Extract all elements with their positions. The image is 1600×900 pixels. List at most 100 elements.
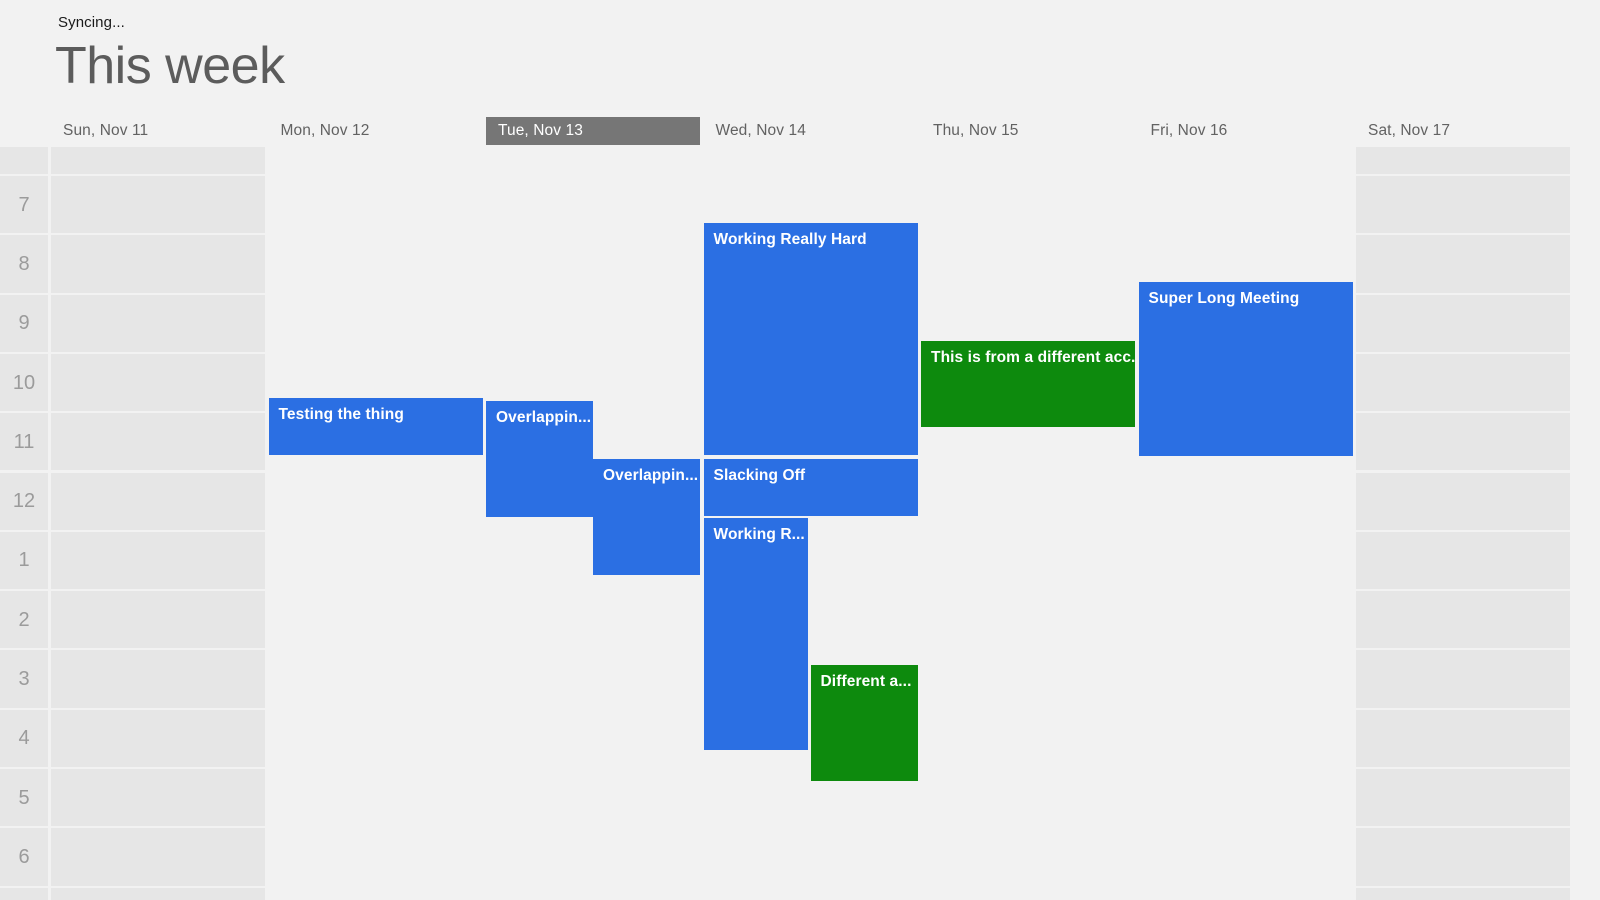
time-slot-cell[interactable] xyxy=(1356,591,1570,649)
time-slot-cell[interactable] xyxy=(703,887,918,900)
day-header-0[interactable]: Sun, Nov 11 xyxy=(51,117,265,145)
hour-label: 6 xyxy=(18,845,30,868)
time-slot-cell[interactable] xyxy=(486,828,700,886)
time-slot-cell[interactable] xyxy=(486,887,700,900)
time-slot-cell[interactable] xyxy=(1138,472,1353,530)
time-slot-cell[interactable] xyxy=(1356,413,1570,471)
day-header-2[interactable]: Tue, Nov 13 xyxy=(486,117,700,145)
time-slot-cell[interactable] xyxy=(268,591,483,649)
time-slot-cell[interactable] xyxy=(486,709,700,767)
calendar-event[interactable]: Testing the thing xyxy=(268,398,483,455)
time-slot-cell[interactable] xyxy=(268,650,483,708)
calendar-event[interactable]: This is from a different acc... xyxy=(921,341,1135,427)
day-column-0[interactable] xyxy=(51,147,265,900)
time-gutter-cell: 7 xyxy=(0,176,48,234)
day-header-label: Fri, Nov 16 xyxy=(1150,122,1228,139)
time-slot-cell[interactable] xyxy=(51,531,265,590)
calendar-event[interactable]: Working R... xyxy=(703,518,809,750)
day-header-3[interactable]: Wed, Nov 14 xyxy=(703,117,918,145)
day-header-4[interactable]: Thu, Nov 15 xyxy=(921,117,1135,145)
calendar-event[interactable]: Working Really Hard xyxy=(703,223,918,455)
time-slot-cell[interactable] xyxy=(1138,769,1353,827)
time-slot-cell[interactable] xyxy=(1356,650,1570,708)
time-slot-cell[interactable] xyxy=(486,235,700,293)
time-slot-cell[interactable] xyxy=(51,294,265,352)
time-slot-cell[interactable] xyxy=(921,472,1135,530)
day-column-1[interactable] xyxy=(268,147,483,900)
time-slot-cell[interactable] xyxy=(1356,294,1570,352)
time-slot-cell[interactable] xyxy=(51,353,265,412)
time-slot-cell[interactable] xyxy=(1356,531,1570,590)
time-slot-cell[interactable] xyxy=(921,769,1135,827)
time-slot-cell[interactable] xyxy=(486,650,700,708)
time-slot-cell[interactable] xyxy=(51,828,265,886)
time-slot-cell[interactable] xyxy=(268,531,483,590)
calendar-event[interactable]: Slacking Off xyxy=(703,459,918,516)
time-slot-cell[interactable] xyxy=(921,235,1135,293)
time-slot-cell[interactable] xyxy=(268,887,483,900)
time-slot-cell[interactable] xyxy=(51,769,265,827)
time-slot-cell[interactable] xyxy=(51,887,265,900)
time-slot-cell[interactable] xyxy=(1356,887,1570,900)
calendar-event[interactable]: Overlappin... xyxy=(486,401,593,517)
time-slot-cell[interactable] xyxy=(486,147,700,174)
day-header-5[interactable]: Fri, Nov 16 xyxy=(1138,117,1353,145)
time-slot-cell[interactable] xyxy=(268,176,483,234)
time-slot-cell[interactable] xyxy=(51,235,265,293)
time-slot-cell[interactable] xyxy=(1356,176,1570,234)
time-slot-cell[interactable] xyxy=(921,147,1135,174)
time-slot-cell[interactable] xyxy=(268,294,483,352)
time-slot-cell[interactable] xyxy=(1356,235,1570,293)
time-slot-cell[interactable] xyxy=(1356,769,1570,827)
time-slot-cell[interactable] xyxy=(1138,176,1353,234)
time-slot-cell[interactable] xyxy=(268,769,483,827)
calendar-event[interactable]: Different a... xyxy=(810,665,918,781)
time-slot-cell[interactable] xyxy=(703,147,918,174)
time-slot-cell[interactable] xyxy=(1356,147,1570,174)
time-slot-cell[interactable] xyxy=(51,176,265,234)
time-gutter-cell xyxy=(0,147,48,174)
time-slot-cell[interactable] xyxy=(921,887,1135,900)
time-slot-cell[interactable] xyxy=(51,472,265,530)
time-slot-cell[interactable] xyxy=(51,147,265,174)
time-slot-cell[interactable] xyxy=(1138,650,1353,708)
time-slot-cell[interactable] xyxy=(268,709,483,767)
time-slot-cell[interactable] xyxy=(1356,709,1570,767)
time-slot-cell[interactable] xyxy=(51,591,265,649)
time-slot-cell[interactable] xyxy=(1356,828,1570,886)
calendar-grid: 7 8 9 10 11 12 1 2 3 4 5 6 Testing the thing Overlap… xyxy=(0,147,1600,900)
time-slot-cell[interactable] xyxy=(486,176,700,234)
time-slot-cell[interactable] xyxy=(51,709,265,767)
calendar-event[interactable]: Super Long Meeting xyxy=(1138,282,1353,456)
day-column-5[interactable] xyxy=(1138,147,1353,900)
time-slot-cell[interactable] xyxy=(268,828,483,886)
time-slot-cell[interactable] xyxy=(703,828,918,886)
time-slot-cell[interactable] xyxy=(51,650,265,708)
time-slot-cell[interactable] xyxy=(268,235,483,293)
time-slot-cell[interactable] xyxy=(1138,591,1353,649)
time-slot-cell[interactable] xyxy=(921,828,1135,886)
time-slot-cell[interactable] xyxy=(486,769,700,827)
time-slot-cell[interactable] xyxy=(1138,147,1353,174)
day-header-1[interactable]: Mon, Nov 12 xyxy=(268,117,483,145)
time-slot-cell[interactable] xyxy=(921,650,1135,708)
time-slot-cell[interactable] xyxy=(268,472,483,530)
time-slot-cell[interactable] xyxy=(1138,887,1353,900)
day-header-6[interactable]: Sat, Nov 17 xyxy=(1356,117,1570,145)
day-column-4[interactable] xyxy=(921,147,1135,900)
calendar-event[interactable]: Overlappin... xyxy=(593,459,700,575)
time-slot-cell[interactable] xyxy=(1356,353,1570,412)
time-slot-cell[interactable] xyxy=(1138,828,1353,886)
time-slot-cell[interactable] xyxy=(921,591,1135,649)
time-slot-cell[interactable] xyxy=(1356,472,1570,530)
time-slot-cell[interactable] xyxy=(1138,531,1353,590)
time-slot-cell[interactable] xyxy=(486,591,700,649)
time-slot-cell[interactable] xyxy=(921,531,1135,590)
time-slot-cell[interactable] xyxy=(486,294,700,352)
time-slot-cell[interactable] xyxy=(268,147,483,174)
day-column-6[interactable] xyxy=(1356,147,1570,900)
time-slot-cell[interactable] xyxy=(921,176,1135,234)
time-slot-cell[interactable] xyxy=(1138,709,1353,767)
time-slot-cell[interactable] xyxy=(921,709,1135,767)
time-slot-cell[interactable] xyxy=(51,413,265,471)
